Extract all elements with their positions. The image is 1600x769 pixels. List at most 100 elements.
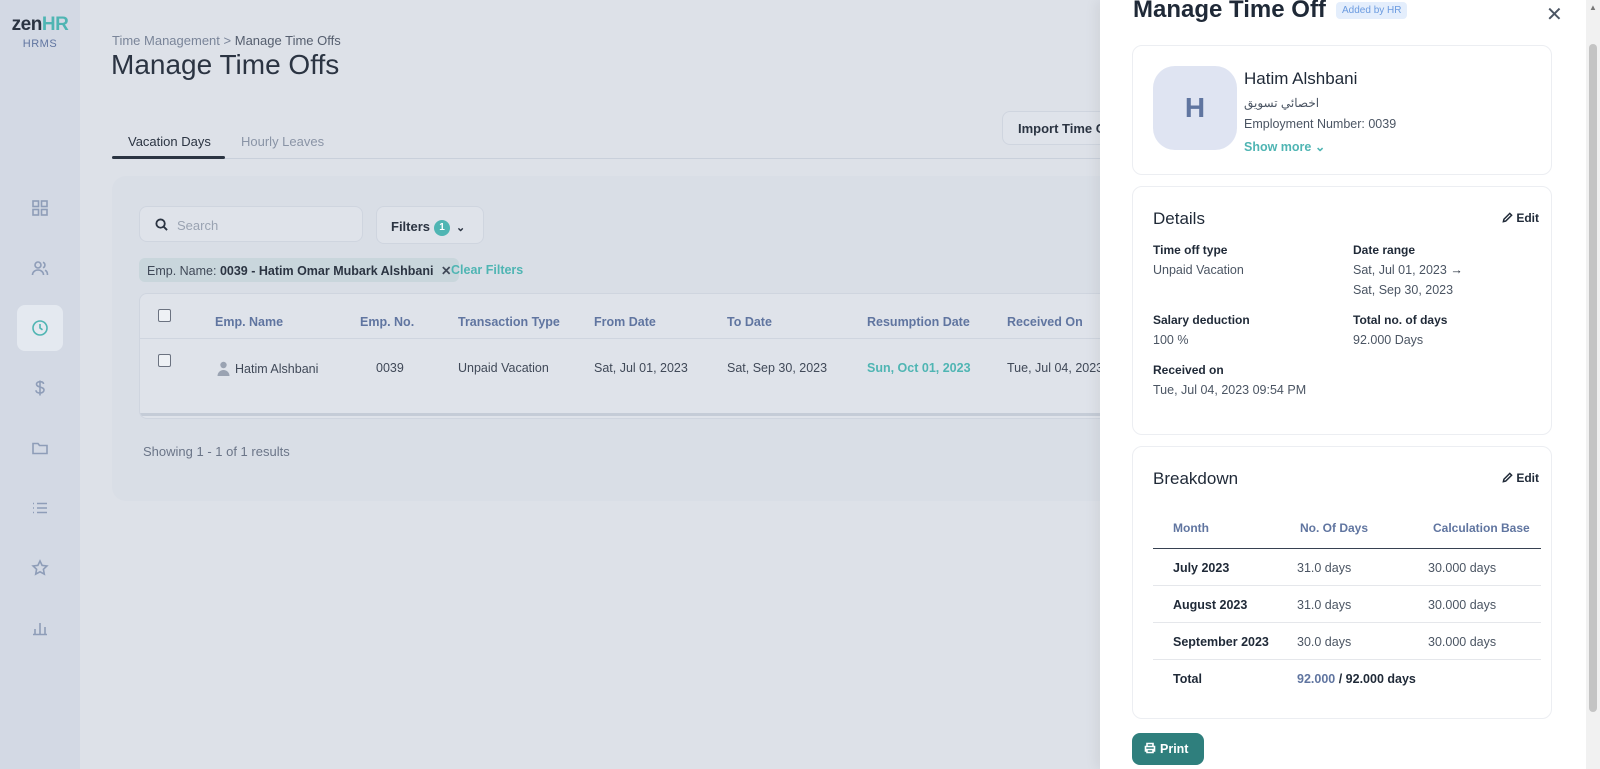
employee-profile-card: H Hatim Alshbani اخصائي تسويق Employment… — [1132, 45, 1552, 175]
breadcrumb-current: Manage Time Offs — [234, 33, 341, 48]
sidebar-item-payroll[interactable] — [17, 365, 63, 411]
chevron-down-icon: ⌄ — [456, 222, 466, 234]
received-on-value: Tue, Jul 04, 2023 09:54 PM — [1153, 383, 1307, 397]
column-header-resumption-date[interactable]: Resumption Date — [867, 315, 970, 329]
pencil-icon — [1502, 472, 1513, 483]
breakdown-header-base: Calculation Base — [1433, 521, 1530, 535]
column-header-received-on[interactable]: Received On — [1007, 315, 1083, 329]
time-off-type-value: Unpaid Vacation — [1153, 263, 1244, 277]
employee-number: Employment Number: 0039 — [1244, 117, 1397, 131]
breakdown-base: 30.000 days — [1428, 598, 1497, 612]
avatar: H — [1153, 66, 1237, 150]
search-icon — [155, 218, 168, 231]
horizontal-scrollbar[interactable] — [140, 413, 1138, 416]
select-all-checkbox[interactable] — [158, 309, 171, 322]
sidebar: zenHR HRMS — [0, 0, 80, 769]
scroll-up-icon[interactable]: ▲ — [1589, 3, 1597, 12]
arrow-right-icon: → — [1450, 263, 1463, 277]
breakdown-header-month: Month — [1173, 521, 1209, 535]
breakdown-total-value: 92.000 — [1297, 672, 1336, 686]
breakdown-days: 31.0 days — [1297, 598, 1352, 612]
filter-count-badge: 1 — [434, 220, 451, 236]
edit-details-button[interactable]: Edit — [1502, 211, 1539, 225]
edit-breakdown-label: Edit — [1516, 471, 1539, 485]
clock-icon — [32, 320, 48, 336]
users-icon — [31, 261, 49, 276]
breadcrumb-parent[interactable]: Time Management — [112, 33, 220, 48]
sidebar-item-favorites[interactable] — [17, 545, 63, 591]
edit-breakdown-button[interactable]: Edit — [1502, 471, 1539, 485]
breadcrumb-separator: > — [223, 33, 232, 48]
column-header-transaction-type[interactable]: Transaction Type — [458, 315, 560, 329]
printer-icon — [1144, 742, 1156, 754]
column-header-from-date[interactable]: From Date — [594, 315, 656, 329]
star-icon — [31, 559, 49, 576]
filters-label: Filters — [391, 219, 431, 234]
search-input[interactable]: Search — [139, 206, 363, 242]
sidebar-item-dashboard[interactable] — [17, 185, 63, 231]
logo: zenHR HRMS — [0, 14, 80, 50]
date-from-text: Sat, Jul 01, 2023 — [1353, 263, 1447, 277]
salary-deduction-value: 100 % — [1153, 333, 1189, 347]
pencil-icon — [1502, 212, 1513, 223]
print-button[interactable]: Print — [1132, 733, 1204, 765]
bar-chart-icon — [33, 623, 47, 636]
sidebar-item-requests[interactable] — [17, 485, 63, 531]
person-icon — [217, 361, 230, 376]
added-by-badge: Added by HR — [1336, 2, 1408, 19]
cell-received-on: Tue, Jul 04, 2023 — [1007, 361, 1104, 375]
cell-resumption-date: Sun, Oct 01, 2023 — [867, 361, 971, 375]
list-icon — [33, 502, 47, 514]
scrollbar-thumb[interactable] — [1589, 44, 1597, 712]
column-header-emp-name[interactable]: Emp. Name — [215, 315, 283, 329]
column-header-emp-no[interactable]: Emp. No. — [360, 315, 414, 329]
breakdown-total: 92.000 / 92.000 days — [1297, 672, 1416, 686]
show-more-link[interactable]: Show more ⌄ — [1244, 139, 1325, 154]
panel-title: Manage Time Off — [1133, 0, 1326, 23]
filter-chip-label: Emp. Name: — [147, 264, 217, 278]
sidebar-item-reports[interactable] — [17, 605, 63, 651]
close-icon[interactable]: ✕ — [1546, 2, 1563, 27]
sidebar-item-documents[interactable] — [17, 425, 63, 471]
active-tab-indicator — [112, 156, 225, 159]
results-summary: Showing 1 - 1 of 1 results — [143, 444, 290, 459]
breakdown-header-divider — [1153, 548, 1541, 549]
time-off-detail-panel: Manage Time Off Added by HR ✕ H Hatim Al… — [1100, 0, 1600, 769]
page-title: Manage Time Offs — [111, 49, 340, 80]
panel-scrollbar[interactable]: ▲ — [1586, 0, 1600, 769]
breakdown-month: September 2023 — [1173, 635, 1269, 649]
filter-chip-value: 0039 - Hatim Omar Mubark Alshbani — [219, 264, 434, 278]
breakdown-header-days: No. Of Days — [1300, 521, 1369, 535]
print-label: Print — [1160, 742, 1189, 756]
total-days-label: Total no. of days — [1353, 313, 1448, 327]
clear-filters-link[interactable]: Clear Filters — [451, 263, 523, 277]
cell-transaction-type: Unpaid Vacation — [458, 361, 549, 375]
date-range-from: Sat, Jul 01, 2023 → — [1353, 263, 1463, 277]
date-range-label: Date range — [1353, 243, 1416, 257]
edit-details-label: Edit — [1516, 211, 1539, 225]
breakdown-base: 30.000 days — [1428, 635, 1497, 649]
column-header-to-date[interactable]: To Date — [727, 315, 772, 329]
breadcrumb: Time Management > Manage Time Offs — [112, 33, 341, 48]
tab-vacation-days[interactable]: Vacation Days — [128, 134, 211, 149]
breakdown-total-of: / 92.000 days — [1338, 672, 1416, 686]
remove-filter-icon[interactable]: ✕ — [441, 264, 451, 278]
breakdown-month: August 2023 — [1173, 598, 1248, 612]
sidebar-item-time[interactable] — [17, 305, 63, 351]
cell-emp-name[interactable]: Hatim Alshbani — [217, 361, 318, 376]
tab-hourly-leaves[interactable]: Hourly Leaves — [241, 134, 324, 149]
cell-from-date: Sat, Jul 01, 2023 — [594, 361, 688, 375]
row-divider — [1153, 622, 1541, 623]
row-checkbox[interactable] — [158, 354, 171, 367]
row-divider — [1153, 659, 1541, 660]
filters-button[interactable]: Filters 1 ⌄ — [376, 206, 484, 244]
tab-bar: Vacation Days Hourly Leaves — [112, 127, 1112, 159]
details-card: Details Edit Time off type Unpaid Vacati… — [1132, 186, 1552, 435]
logo-zen: zen — [11, 14, 43, 35]
active-filter-chip: Emp. Name: 0039 - Hatim Omar Mubark Alsh… — [139, 258, 460, 282]
employee-name: Hatim Alshbani — [1244, 69, 1358, 88]
sidebar-item-employees[interactable] — [17, 245, 63, 291]
time-off-type-label: Time off type — [1153, 243, 1228, 257]
breakdown-base: 30.000 days — [1428, 561, 1497, 575]
breakdown-total-label: Total — [1173, 672, 1202, 686]
